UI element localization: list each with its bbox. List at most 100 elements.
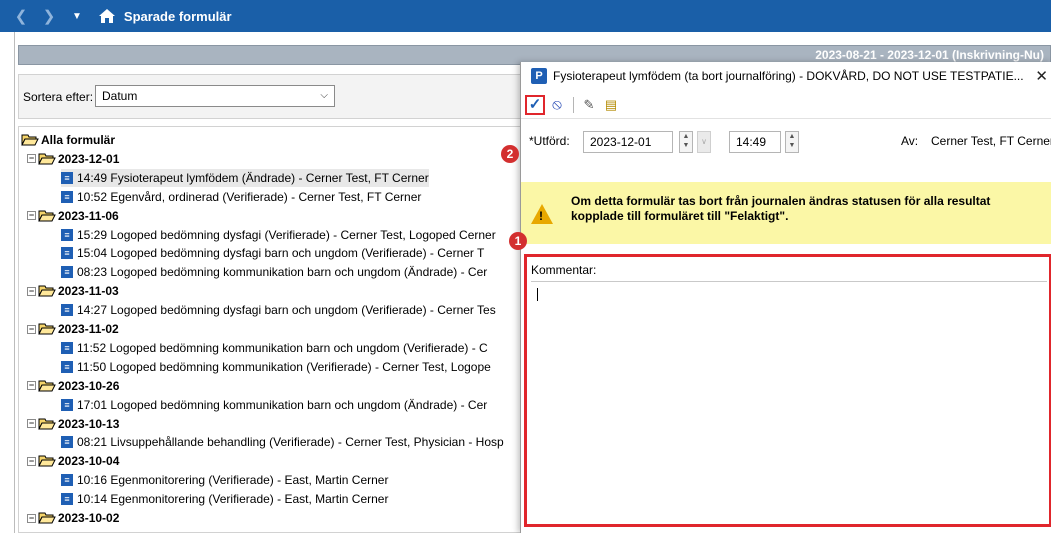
tree-item-label: 15:04 Logoped bedömning dysfagi barn och…	[77, 246, 485, 261]
dropdown-arrow-icon[interactable]: ▼	[72, 11, 82, 22]
warning-text: Om detta formulär tas bort från journale…	[571, 194, 991, 223]
dialog-title-bar: P Fysioterapeut lymfödem (ta bort journa…	[521, 62, 1051, 90]
tree-form-item[interactable]: ≡ 11:52 Logoped bedömning kommunikation b…	[61, 339, 488, 357]
tree-form-item[interactable]: ≡ 15:29 Logoped bedömning dysfagi (Verifi…	[61, 226, 496, 244]
back-arrow-icon[interactable]: ❮	[14, 7, 28, 25]
warning-banner: ! Om detta formulär tas bort från journa…	[521, 182, 1051, 244]
tree-form-item[interactable]: ≡ 10:16 Egenmonitorering (Verifierade) - …	[61, 471, 388, 489]
tree-form-item[interactable]: ≡ 15:04 Logoped bedömning dysfagi barn oc…	[61, 244, 484, 262]
home-icon[interactable]	[98, 8, 116, 24]
tree-date-label: 2023-11-02	[58, 322, 119, 336]
open-folder-icon	[38, 210, 56, 222]
sign-check-icon[interactable]: ✓	[525, 95, 545, 115]
by-value: Cerner Test, FT Cerner	[931, 134, 1051, 148]
tree-date-label: 2023-10-04	[58, 454, 120, 469]
title-bar: ❮ ❯ ▼ Sparade formulär	[0, 0, 1051, 32]
tree-date-node[interactable]: − 2023-12-01	[27, 150, 119, 168]
open-folder-icon	[38, 512, 56, 524]
tree-root-label: Alla formulär	[41, 133, 116, 147]
form-document-icon: ≡	[61, 398, 73, 411]
text-caret	[537, 288, 538, 301]
tree-date-node[interactable]: − 2023-11-02	[27, 320, 119, 338]
tree-form-item[interactable]: ≡ 08:21 Livsuppehållande behandling (Veri…	[61, 433, 504, 451]
tree-form-item[interactable]: ≡ 14:27 Logoped bedömning dysfagi barn oc…	[61, 301, 496, 319]
form-document-icon: ≡	[61, 436, 73, 449]
tree-item-label: 11:50 Logoped bedömning kommunikation (V…	[77, 359, 491, 374]
tree-item-label: 14:27 Logoped bedömning dysfagi barn och…	[77, 303, 496, 318]
tree-date-node[interactable]: − 2023-10-02	[27, 509, 119, 527]
forms-tree[interactable]: Alla formulär − 2023-12-01 ≡ 14:49 Fysioter…	[18, 126, 521, 533]
tree-date-node[interactable]: − 2023-10-04	[27, 452, 119, 470]
time-spinner[interactable]: ▲ ▼	[785, 131, 799, 153]
tree-item-label: 15:29 Logoped bedömning dysfagi (Verifie…	[77, 227, 496, 242]
collapse-icon[interactable]: −	[27, 211, 36, 221]
form-document-icon: ≡	[61, 247, 73, 260]
tree-form-item[interactable]: ≡ 17:01 Logoped bedömning kommunikation b…	[61, 396, 487, 414]
cancel-icon[interactable]: ⦸	[547, 95, 567, 115]
collapse-icon[interactable]: −	[27, 154, 36, 164]
forward-arrow-icon[interactable]: ❯	[42, 7, 56, 25]
open-folder-icon	[21, 134, 39, 146]
tree-date-label: 2023-10-02	[58, 511, 120, 525]
performed-time-field[interactable]: 14:49	[729, 131, 781, 153]
form-document-icon: ≡	[61, 341, 73, 354]
collapse-icon[interactable]: −	[27, 286, 36, 296]
tree-item-label: 10:14 Egenmonitorering (Verifierade) - E…	[77, 492, 389, 507]
open-folder-icon	[38, 153, 56, 165]
step-badge-1: 1	[509, 232, 527, 250]
tree-date-label: 2023-10-13	[58, 416, 120, 431]
tree-form-item[interactable]: ≡ 10:14 Egenmonitorering (Verifierade) - …	[61, 490, 388, 508]
collapse-icon[interactable]: −	[27, 324, 36, 334]
tree-date-label: 2023-12-01	[58, 151, 120, 166]
edit-pen-icon[interactable]: ✎	[579, 95, 599, 115]
form-document-icon: ≡	[61, 266, 73, 279]
tree-form-item[interactable]: ≡ 08:23 Logoped bedömning kommunikation b…	[61, 263, 487, 281]
tree-item-label: 11:52 Logoped bedömning kommunikation ba…	[77, 340, 488, 355]
form-document-icon: ≡	[61, 171, 73, 184]
open-folder-icon	[38, 418, 56, 429]
sort-label: Sortera efter:	[23, 90, 94, 104]
app-icon: P	[531, 68, 547, 84]
collapse-icon[interactable]: −	[27, 381, 36, 391]
remove-form-dialog: P Fysioterapeut lymfödem (ta bort journa…	[520, 62, 1051, 533]
comment-textarea[interactable]	[531, 281, 1047, 522]
tree-form-item[interactable]: ≡ 11:50 Logoped bedömning kommunikation (…	[61, 358, 491, 376]
form-document-icon: ≡	[61, 304, 73, 317]
tree-form-item[interactable]: ≡ 10:52 Egenvård, ordinerad (Verifierade)…	[61, 188, 421, 206]
tree-item-label: 10:16 Egenmonitorering (Verifierade) - E…	[77, 473, 389, 488]
collapse-icon[interactable]: −	[27, 513, 36, 523]
tree-item-label: 08:21 Livsuppehållande behandling (Verif…	[77, 435, 504, 450]
performed-label: *Utförd:	[529, 134, 570, 148]
form-document-icon: ≡	[61, 190, 73, 203]
reference-book-icon[interactable]: ▤	[601, 95, 621, 115]
collapse-icon[interactable]: −	[27, 419, 36, 428]
open-folder-icon	[38, 323, 56, 335]
tree-date-label: 2023-10-26	[58, 378, 120, 393]
tree-date-node[interactable]: − 2023-10-13	[27, 415, 119, 433]
tree-root[interactable]: Alla formulär	[21, 131, 115, 149]
toolbar-separator	[573, 97, 574, 113]
step-badge-2: 2	[501, 145, 519, 163]
tree-form-item[interactable]: ≡ 14:49 Fysioterapeut lymfödem (Ändrade) …	[61, 168, 429, 187]
sort-panel: Sortera efter: Datum ⌵	[18, 74, 521, 119]
date-dropdown[interactable]: ∨	[697, 131, 711, 153]
form-document-icon: ≡	[61, 474, 73, 487]
comment-section: Kommentar:	[524, 254, 1051, 527]
open-folder-icon	[38, 380, 56, 392]
tree-date-node[interactable]: − 2023-11-03	[27, 282, 119, 300]
collapse-icon[interactable]: −	[27, 456, 36, 466]
sort-selected-value: Datum	[102, 89, 138, 103]
form-document-icon: ≡	[61, 360, 73, 373]
close-icon[interactable]: ✕	[1035, 67, 1048, 85]
dialog-toolbar: ✓ ⦸ ✎ ▤	[521, 92, 1051, 119]
by-label: Av:	[901, 134, 919, 148]
performed-date-field[interactable]: 2023-12-01	[583, 131, 673, 153]
tree-date-node[interactable]: − 2023-10-26	[27, 377, 119, 395]
tree-item-label: 14:49 Fysioterapeut lymfödem (Ändrade) -…	[77, 170, 429, 185]
tree-item-label: 17:01 Logoped bedömning kommunikation ba…	[77, 397, 488, 412]
open-folder-icon	[38, 285, 56, 297]
open-folder-icon	[38, 455, 56, 467]
date-spinner[interactable]: ▲ ▼	[679, 131, 693, 153]
sort-select[interactable]: Datum ⌵	[95, 85, 335, 107]
tree-date-node[interactable]: − 2023-11-06	[27, 207, 119, 225]
